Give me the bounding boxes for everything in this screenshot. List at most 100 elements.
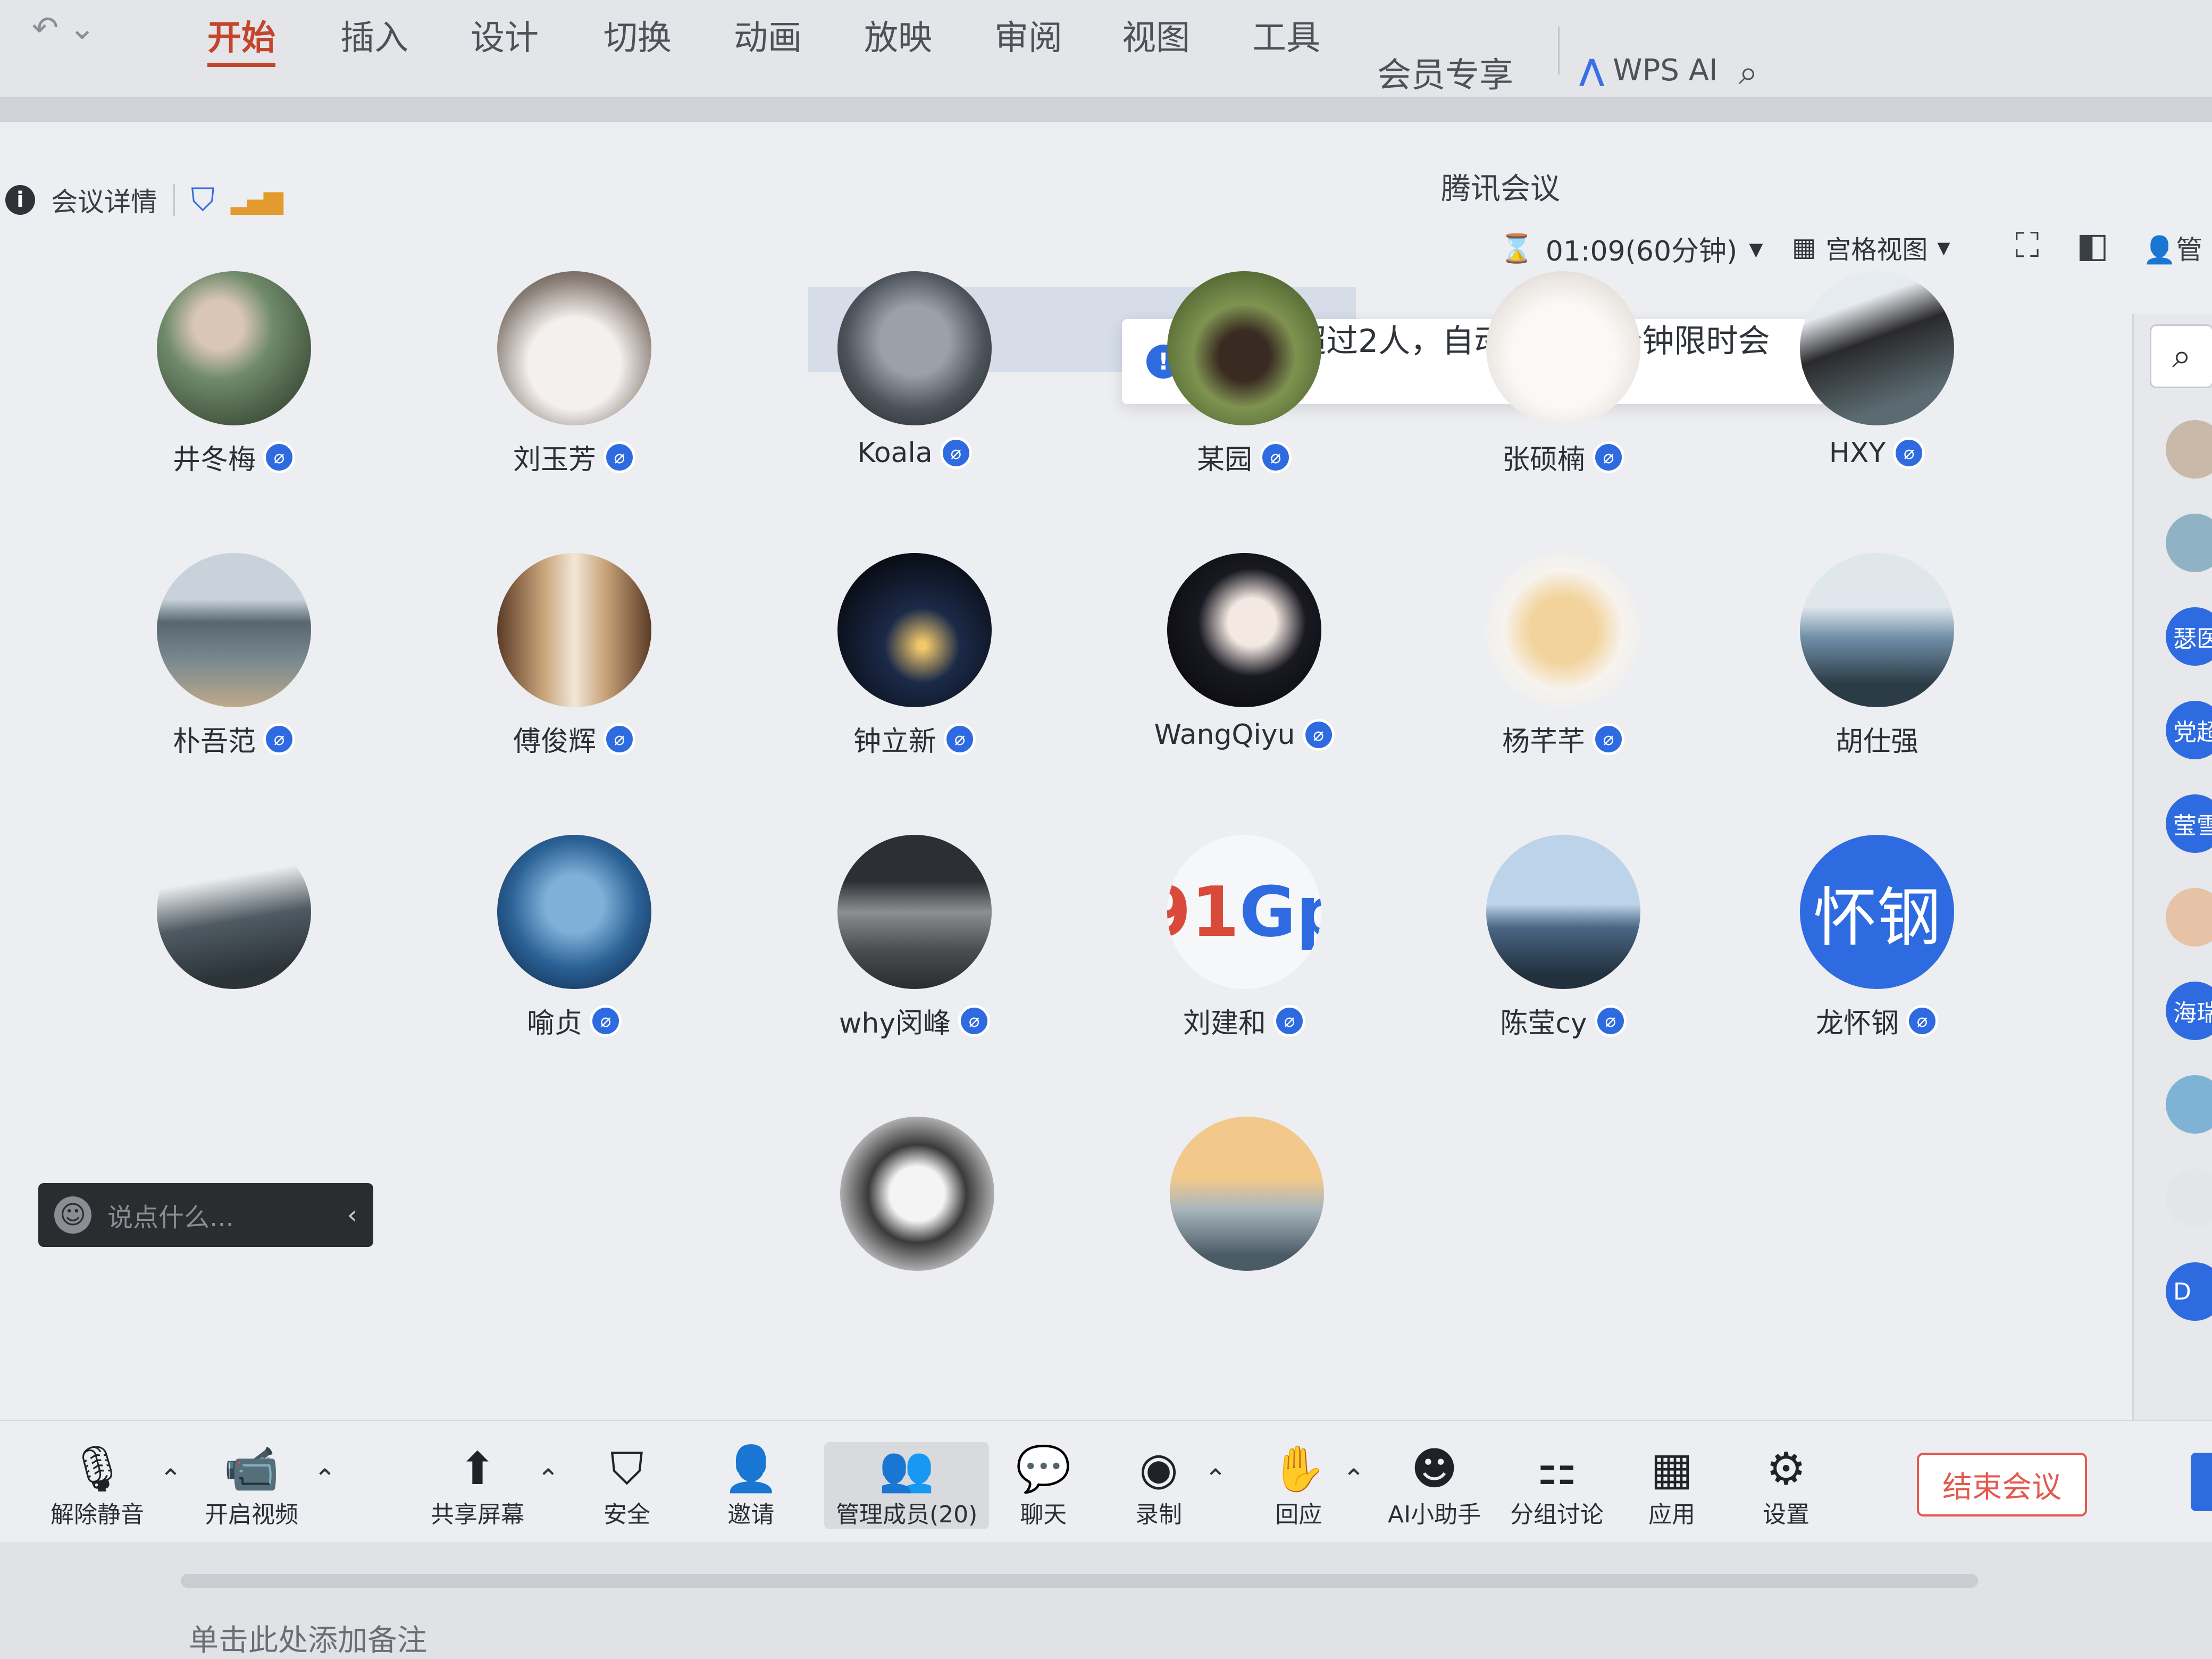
participant-tile[interactable]: 胡仕强 — [1765, 553, 1989, 759]
meeting-details-link[interactable]: 会议详情 — [51, 181, 157, 219]
rail-avatar[interactable]: D — [2166, 1262, 2212, 1321]
wps-ai-button[interactable]: ⋀ WPS AI — [1579, 53, 1718, 88]
tab-slideshow[interactable]: 放映 — [864, 11, 932, 60]
record-button[interactable]: ◉ 录制 — [1135, 1442, 1182, 1529]
end-meeting-button[interactable]: 结束会议 — [1917, 1453, 2087, 1516]
participant-tile[interactable]: 傅俊辉 ⌀ — [463, 553, 686, 759]
meeting-header-left: i 会议详情 ⛉ ▂▄▆ — [5, 181, 283, 219]
apps-grid-icon: ▦ — [1650, 1443, 1693, 1495]
participant-tile[interactable]: 陈莹cy ⌀ — [1452, 835, 1675, 1041]
participant-avatar — [837, 553, 992, 707]
chevron-left-icon[interactable]: ‹ — [347, 1200, 357, 1230]
participant-avatar — [837, 271, 992, 425]
participant-tile[interactable]: 喻贞 ⌀ — [463, 835, 686, 1041]
manage-button[interactable]: 👤管 — [2143, 229, 2202, 267]
tab-review[interactable]: 审阅 — [994, 11, 1062, 60]
participant-tile[interactable] — [122, 835, 346, 989]
participant-name-label: 井冬梅 — [172, 444, 256, 476]
participant-avatar — [1167, 271, 1321, 425]
tab-view[interactable]: 视图 — [1122, 11, 1190, 60]
settings-button[interactable]: ⚙ 设置 — [1763, 1442, 1809, 1529]
participant-name-label: 陈莹cy — [1500, 1008, 1587, 1040]
members-label: 管理成员(20) — [836, 1501, 978, 1528]
video-button[interactable]: 📹 开启视频 — [205, 1442, 298, 1529]
chevron-up-icon[interactable]: ⌃ — [1343, 1463, 1365, 1494]
mic-muted-icon: ⌀ — [1593, 441, 1624, 473]
search-icon[interactable]: ⌕ — [1739, 53, 1758, 93]
chevron-up-icon[interactable]: ⌃ — [160, 1463, 182, 1494]
rail-avatar[interactable]: 海瑞 — [2166, 982, 2212, 1040]
breakout-button[interactable]: ⚏ 分组讨论 — [1510, 1442, 1604, 1529]
rail-avatar[interactable] — [2166, 514, 2212, 572]
side-panel-tab[interactable] — [2191, 1453, 2212, 1511]
share-screen-button[interactable]: ⬆ 共享屏幕 — [431, 1442, 524, 1529]
shield-icon[interactable]: ⛉ — [191, 181, 215, 219]
participant-tile[interactable] — [1135, 1117, 1359, 1271]
participant-tile[interactable]: 怀钢 龙怀钢 ⌀ — [1765, 835, 1989, 1041]
participant-tile[interactable]: why闵峰 ⌀ — [803, 835, 1026, 1041]
tab-design[interactable]: 设计 — [471, 11, 539, 60]
signal-icon[interactable]: ▂▄▆ — [231, 185, 283, 215]
tab-start[interactable]: 开始 — [207, 11, 275, 67]
person-icon: 👤 — [2143, 234, 2176, 265]
participant-avatar — [1800, 553, 1954, 707]
participant-avatar — [837, 835, 992, 989]
wps-ribbon: ↶ ⌄ 开始 插入 设计 切换 动画 放映 审阅 视图 工具 会员专享 ⋀ WPS… — [0, 0, 2212, 98]
wps-ai-label: WPS AI — [1613, 53, 1718, 88]
manage-members-button[interactable]: 👥 管理成员(20) — [824, 1442, 990, 1529]
view-mode-dropdown[interactable]: ▦ 宫格视图 ▾ — [1792, 229, 1950, 266]
participant-tile[interactable]: 91Gp 刘建和⌀ — [1133, 835, 1356, 1041]
rail-avatar[interactable] — [2166, 420, 2212, 479]
participant-name-label: 龙怀钢 — [1815, 1008, 1899, 1040]
mic-muted-icon: ⌀ — [1906, 1004, 1938, 1037]
react-button[interactable]: ✋ 回应 — [1271, 1442, 1327, 1529]
rail-avatar[interactable] — [2166, 1169, 2212, 1227]
participant-tile[interactable]: 杨芊芊 ⌀ — [1452, 553, 1675, 759]
participant-tile[interactable]: 井冬梅 ⌀ — [122, 271, 346, 477]
participant-tile[interactable]: WangQiyu ⌀ — [1133, 553, 1356, 751]
rail-avatar[interactable]: 瑟医 — [2166, 607, 2212, 666]
apps-button[interactable]: ▦ 应用 — [1648, 1442, 1695, 1529]
info-icon[interactable]: i — [5, 185, 35, 215]
tab-member[interactable]: 会员专享 — [1377, 48, 1513, 97]
sidebar-toggle-icon[interactable]: ◧ — [2076, 226, 2108, 265]
chevron-up-icon[interactable]: ⌃ — [1204, 1463, 1227, 1494]
tab-tools[interactable]: 工具 — [1252, 11, 1320, 60]
fullscreen-icon[interactable]: ⛶ — [2015, 226, 2039, 265]
participant-avatar — [157, 271, 311, 425]
participant-tile[interactable]: 某园 ⌀ — [1133, 271, 1356, 477]
participant-name: 傅俊辉 ⌀ — [513, 719, 635, 759]
wps-ai-logo-icon: ⋀ — [1579, 53, 1605, 88]
chat-button[interactable]: 💬 聊天 — [1016, 1442, 1071, 1529]
shield-icon: ⛉ — [610, 1443, 644, 1495]
chevron-up-icon[interactable]: ⌃ — [537, 1463, 559, 1494]
floating-chat-input[interactable]: ☺ 说点什么... ‹ — [38, 1183, 373, 1247]
quick-access-icons[interactable]: ↶ ⌄ — [32, 10, 96, 47]
rail-avatar[interactable] — [2166, 888, 2212, 946]
record-icon: ◉ — [1139, 1443, 1178, 1495]
participant-name-label: 杨芊芊 — [1502, 726, 1585, 758]
participant-tile[interactable] — [806, 1117, 1029, 1271]
rail-avatar[interactable] — [2166, 1075, 2212, 1134]
rail-avatar[interactable]: 党超 — [2166, 701, 2212, 759]
participant-tile[interactable]: 钟立新 ⌀ — [803, 553, 1026, 759]
participant-tile[interactable]: 刘玉芳 ⌀ — [463, 271, 686, 477]
search-icon[interactable]: ⌕ — [2150, 324, 2212, 388]
invite-button[interactable]: 👤 邀请 — [723, 1442, 779, 1529]
unmute-button[interactable]: 🎙 解除静音 — [51, 1442, 144, 1529]
chevron-up-icon[interactable]: ⌃ — [314, 1463, 336, 1494]
horizontal-scrollbar[interactable] — [181, 1574, 1978, 1588]
participant-tile[interactable]: Koala ⌀ — [803, 271, 1026, 469]
tab-insert[interactable]: 插入 — [340, 11, 408, 60]
tab-transition[interactable]: 切换 — [604, 11, 672, 60]
rail-avatar[interactable]: 莹雪 — [2166, 794, 2212, 853]
emoji-icon[interactable]: ☺ — [54, 1196, 91, 1234]
ai-assistant-button[interactable]: ☻ AI小助手 — [1388, 1442, 1481, 1529]
meeting-timer[interactable]: ⌛ 01:09(60分钟) ▾ — [1499, 229, 1763, 269]
participant-tile[interactable]: HXY ⌀ — [1765, 271, 1989, 469]
security-button[interactable]: ⛉ 安全 — [604, 1442, 650, 1529]
tab-animation[interactable]: 动画 — [734, 11, 802, 60]
participant-tile[interactable]: 张硕楠 ⌀ — [1452, 271, 1675, 477]
participant-tile[interactable]: 朴吾范 ⌀ — [122, 553, 346, 759]
notes-placeholder[interactable]: 单击此处添加备注 — [189, 1616, 427, 1659]
